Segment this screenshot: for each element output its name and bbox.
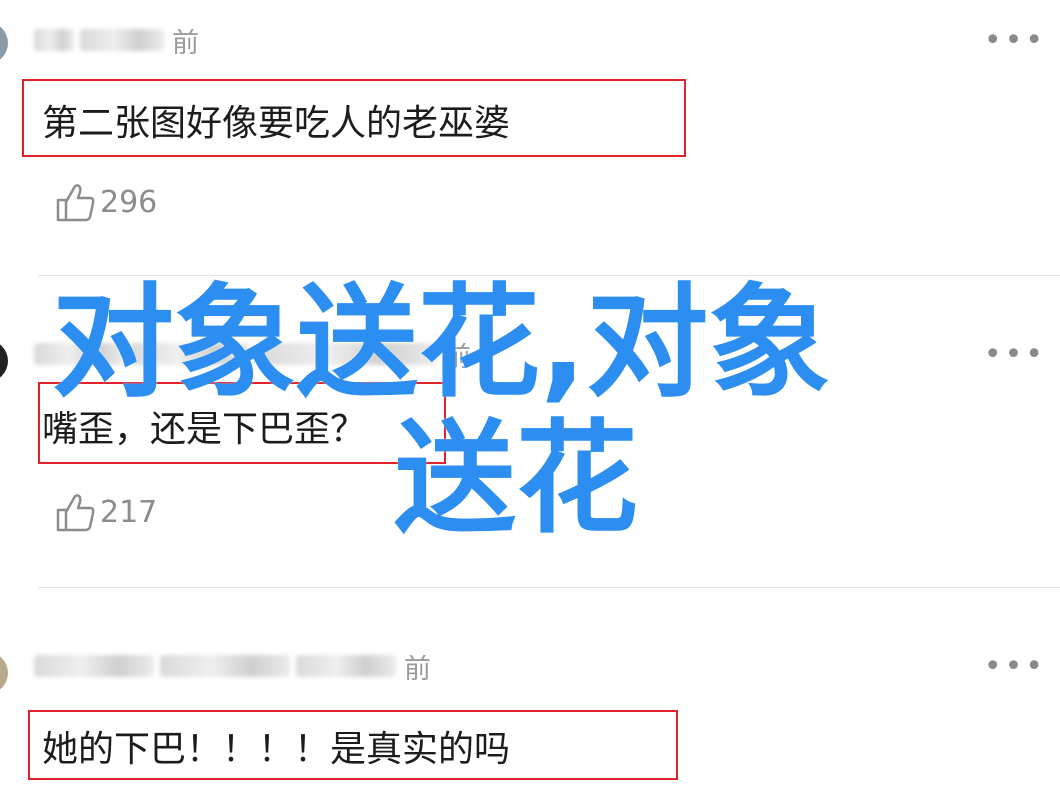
timestamp: 前 (404, 653, 431, 685)
like-count: 217 (100, 494, 158, 530)
timestamp: 前 (172, 27, 199, 59)
like-button[interactable]: 217 (54, 490, 157, 534)
username-blurred[interactable] (34, 29, 74, 51)
avatar[interactable] (0, 340, 8, 382)
comment-3: 前 ••• 她的下巴！！！！是真实的吗 (0, 590, 1060, 791)
overlay-text-line1: 对象送花,对象 (52, 272, 831, 414)
comment-meta: 前 (34, 648, 431, 685)
avatar[interactable] (0, 652, 8, 694)
overlay-text-line2: 送花 (394, 408, 638, 550)
more-icon[interactable]: ••• (984, 26, 1046, 56)
username-blurred[interactable] (160, 655, 290, 677)
thumbs-up-icon (56, 184, 95, 222)
comment-text: 她的下巴！！！！是真实的吗 (42, 729, 511, 770)
divider (38, 587, 1060, 588)
username-blurred[interactable] (80, 29, 164, 51)
comment-meta: 前 (34, 22, 199, 59)
thumbs-up-icon (56, 494, 95, 532)
more-icon[interactable]: ••• (984, 652, 1046, 682)
username-blurred[interactable] (296, 655, 396, 677)
comment-text: 第二张图好像要吃人的老巫婆 (42, 103, 511, 144)
username-blurred[interactable] (34, 655, 154, 677)
comment-1: 前 ••• 第二张图好像要吃人的老巫婆 296 (0, 0, 1060, 276)
like-button[interactable]: 296 (54, 180, 157, 224)
avatar[interactable] (0, 22, 8, 64)
more-icon[interactable]: ••• (984, 340, 1046, 370)
like-count: 296 (100, 184, 158, 220)
